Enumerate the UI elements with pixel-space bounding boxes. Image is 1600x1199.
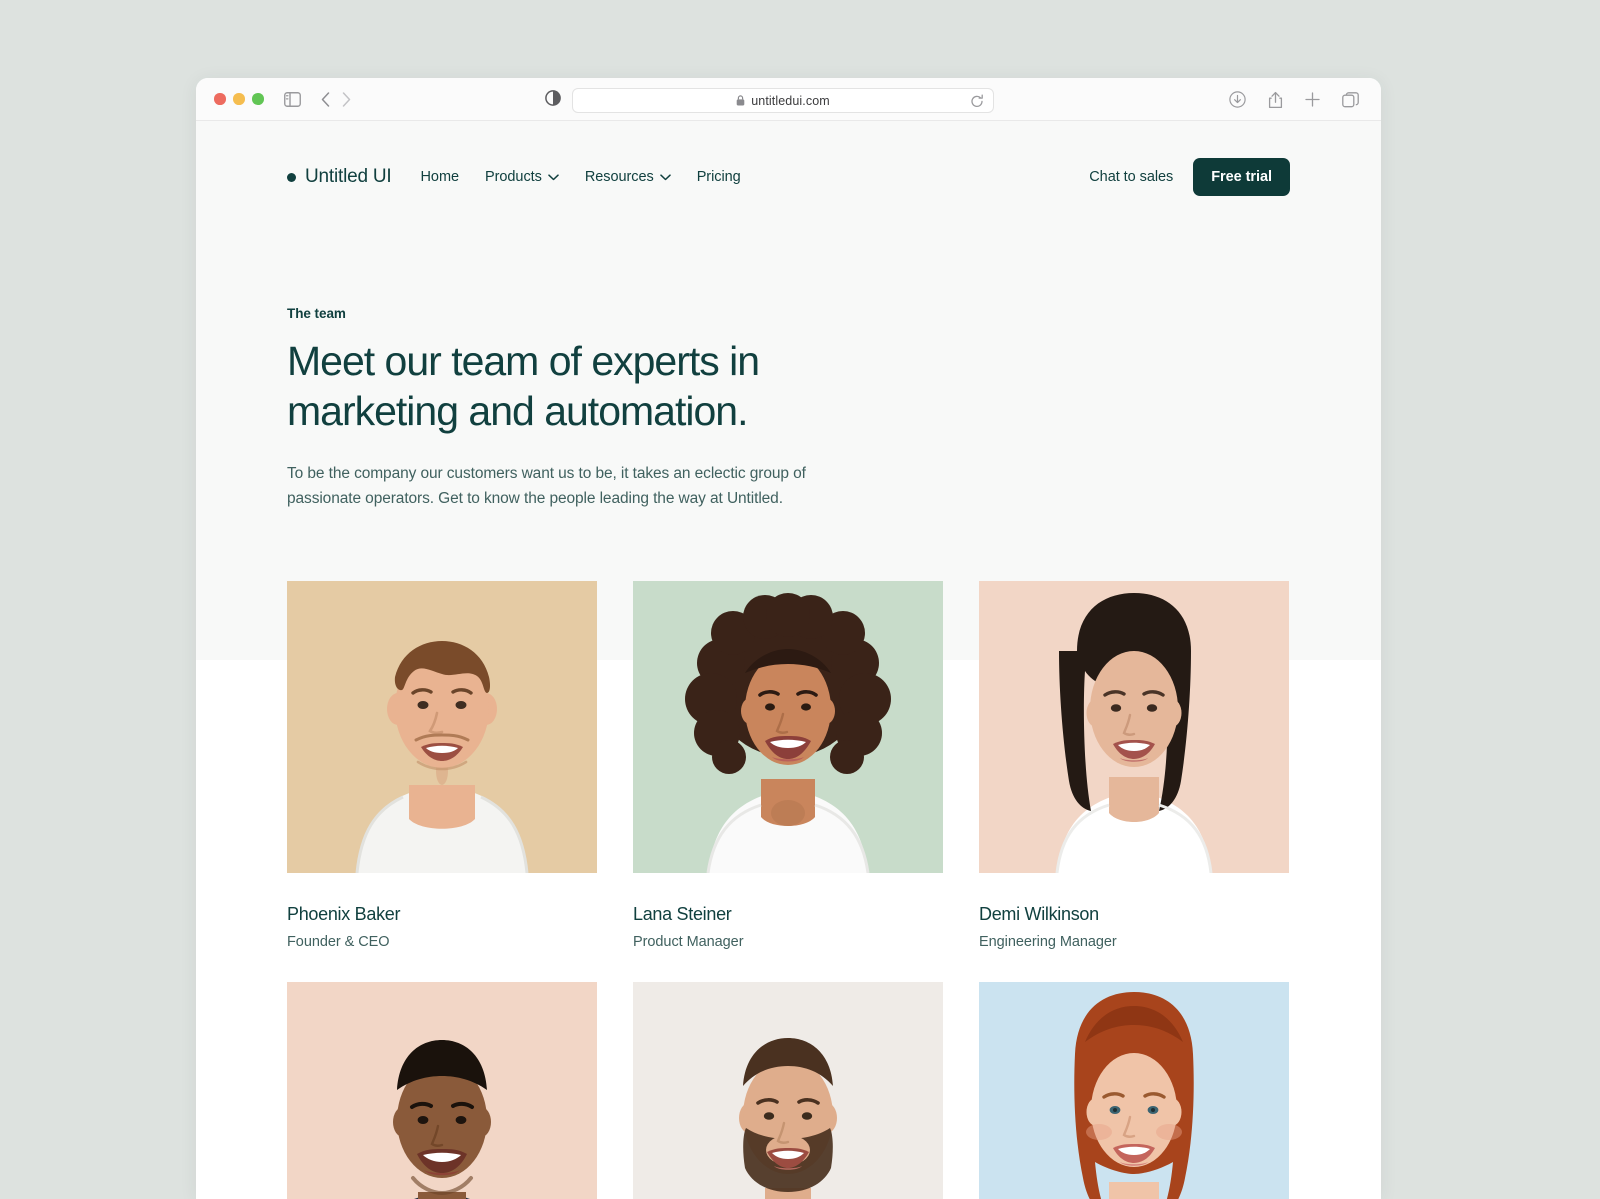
nav-item-resources-label: Resources xyxy=(584,169,654,185)
member-photo xyxy=(979,581,1289,873)
member-role: Product Manager xyxy=(633,934,744,950)
browser-chrome: untitledui.com xyxy=(196,78,1381,121)
member-role: Engineering Manager xyxy=(979,934,1117,950)
maximize-window-button[interactable] xyxy=(252,93,264,105)
nav-item-pricing-label: Pricing xyxy=(696,169,741,185)
minimize-window-button[interactable] xyxy=(233,93,245,105)
nav-links: Home Products Resources Pricing xyxy=(421,169,741,185)
brand-dot-icon xyxy=(287,172,296,182)
lock-icon xyxy=(736,95,745,106)
page-title: Meet our team of experts in marketing an… xyxy=(287,338,760,435)
team-member-card[interactable] xyxy=(287,982,597,1199)
back-arrow-icon[interactable] xyxy=(321,91,330,107)
team-member-card[interactable] xyxy=(979,982,1289,1199)
member-name: Demi Wilkinson xyxy=(979,904,1099,924)
hero-subtitle: To be the company our customers want us … xyxy=(287,465,806,507)
member-photo xyxy=(287,581,597,873)
team-member-card[interactable]: Demi Wilkinson Engineering Manager xyxy=(979,581,1289,950)
nav-item-products[interactable]: Products xyxy=(485,169,559,185)
member-name: Phoenix Baker xyxy=(287,904,401,924)
section-eyebrow: The team xyxy=(287,306,346,321)
share-icon[interactable] xyxy=(1268,91,1283,109)
web-page: Untitled UI Home Products Resources Pric… xyxy=(196,121,1381,1199)
team-member-card[interactable] xyxy=(633,982,943,1199)
member-photo xyxy=(633,581,943,873)
address-bar[interactable]: untitledui.com xyxy=(572,88,994,113)
close-window-button[interactable] xyxy=(214,93,226,105)
member-name: Lana Steiner xyxy=(633,904,732,924)
site-navigation: Untitled UI Home Products Resources Pric… xyxy=(196,153,1381,201)
tab-overview-icon[interactable] xyxy=(1342,91,1359,108)
member-role: Founder & CEO xyxy=(287,934,390,950)
chevron-down-icon xyxy=(659,173,671,181)
member-photo xyxy=(633,982,943,1199)
free-trial-button[interactable]: Free trial xyxy=(1193,158,1290,196)
browser-window: untitledui.com Untitled UI Home Products… xyxy=(196,78,1381,1199)
nav-item-products-label: Products xyxy=(485,169,542,185)
team-member-card[interactable]: Lana Steiner Product Manager xyxy=(633,581,943,950)
sidebar-toggle-icon[interactable] xyxy=(283,91,301,107)
reload-icon[interactable] xyxy=(970,94,984,114)
hero-section: The team Meet our team of experts in mar… xyxy=(287,306,927,512)
team-grid: Phoenix Baker Founder & CEO Lana Steiner… xyxy=(287,581,1289,1199)
reader-view-icon[interactable] xyxy=(545,90,561,111)
nav-actions: Chat to sales Free trial xyxy=(1089,158,1290,196)
nav-item-home[interactable]: Home xyxy=(420,169,460,185)
chevron-down-icon xyxy=(548,173,559,181)
chat-to-sales-link[interactable]: Chat to sales xyxy=(1089,169,1173,185)
address-bar-content: untitledui.com xyxy=(736,94,830,108)
forward-arrow-icon[interactable] xyxy=(342,91,351,107)
plus-icon[interactable] xyxy=(1305,92,1320,107)
browser-toolbar-right xyxy=(1229,78,1359,121)
brand-logo[interactable]: Untitled UI xyxy=(287,166,392,188)
team-member-card[interactable]: Phoenix Baker Founder & CEO xyxy=(287,581,597,950)
nav-item-home-label: Home xyxy=(420,169,460,185)
traffic-lights xyxy=(214,93,264,105)
nav-item-resources[interactable]: Resources xyxy=(585,169,671,185)
member-photo xyxy=(979,982,1289,1199)
url-text: untitledui.com xyxy=(751,93,830,108)
download-icon[interactable] xyxy=(1229,91,1246,108)
nav-item-pricing[interactable]: Pricing xyxy=(697,169,741,185)
brand-name: Untitled UI xyxy=(305,166,392,187)
member-photo xyxy=(287,982,597,1199)
